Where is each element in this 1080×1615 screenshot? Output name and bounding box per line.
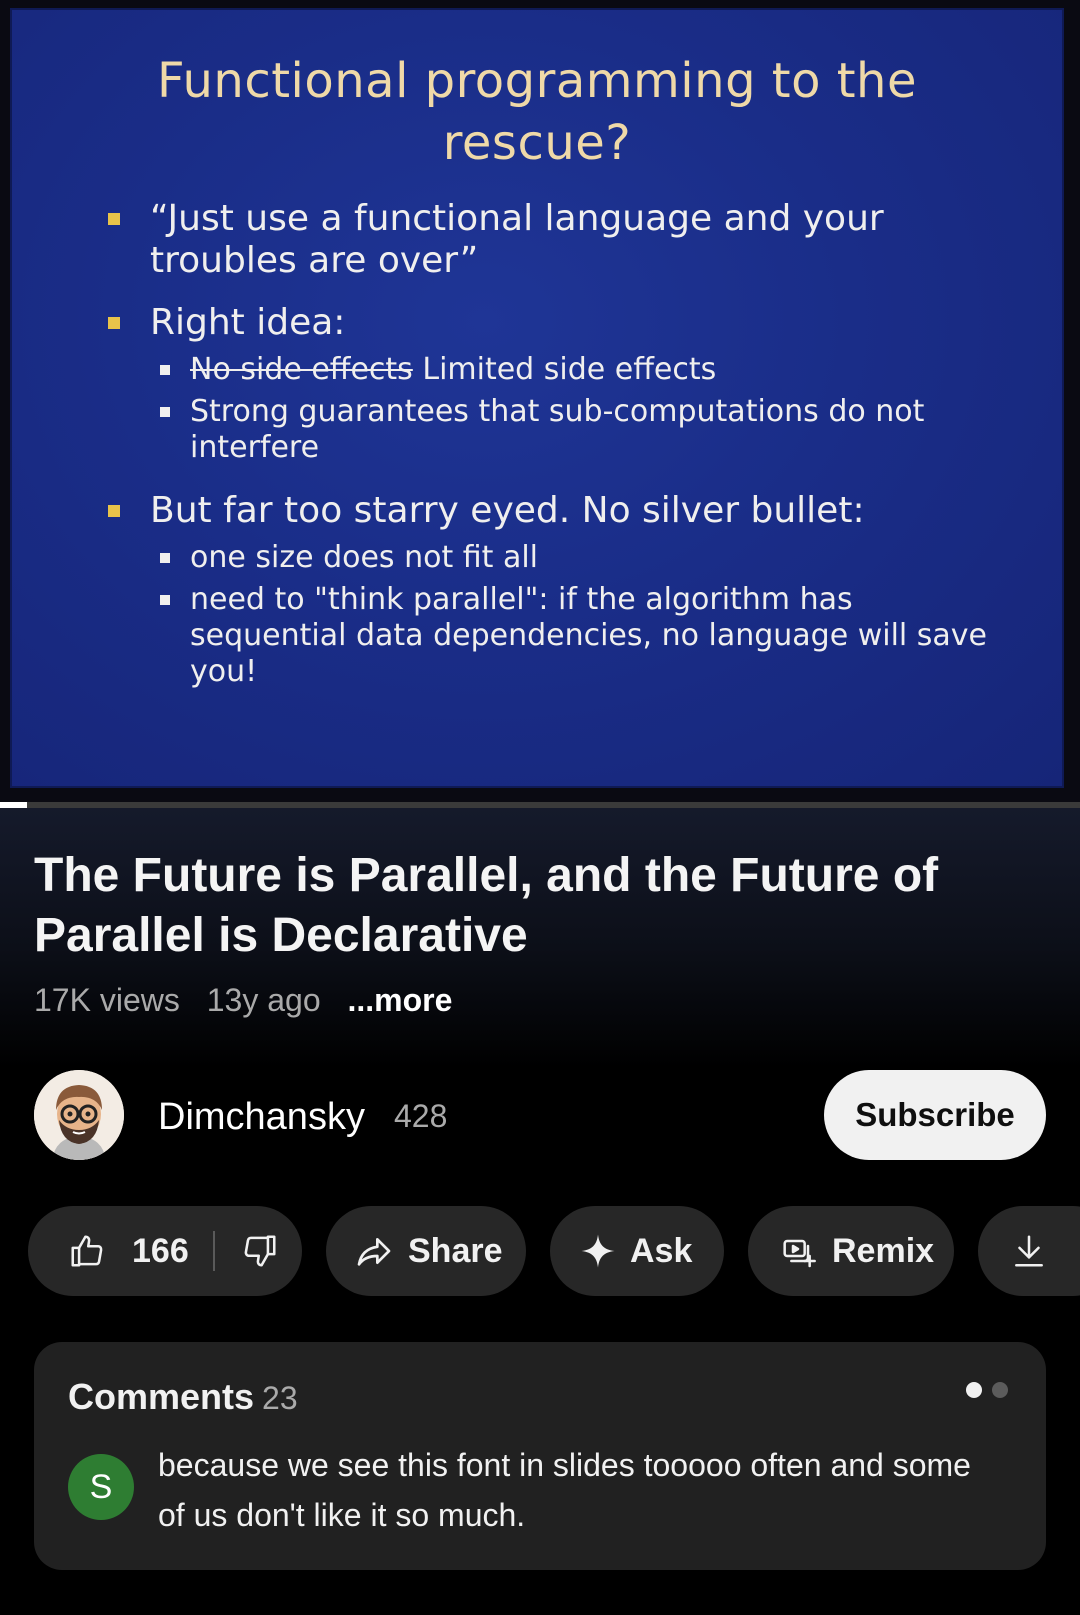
- video-title[interactable]: The Future is Parallel, and the Future o…: [34, 846, 1034, 966]
- remix-icon: [778, 1231, 818, 1271]
- slide-bullet: Right idea:: [92, 302, 992, 344]
- slide-title-line-1: Functional programming to the: [156, 53, 918, 109]
- slide-bullet: “Just use a functional language and your…: [92, 198, 992, 282]
- subscribe-button[interactable]: Subscribe: [824, 1070, 1046, 1160]
- share-button[interactable]: Share: [326, 1206, 526, 1296]
- like-count[interactable]: 166: [132, 1232, 189, 1271]
- view-count: 17K views: [34, 982, 180, 1018]
- slide-bullet: But far too starry eyed. No silver bulle…: [92, 490, 992, 532]
- subscriber-count: 428: [394, 1098, 448, 1134]
- slide-title: Functional programming to the rescue?: [12, 50, 1062, 174]
- carousel-dots: [966, 1382, 1008, 1398]
- like-dislike-pill: 166: [28, 1206, 302, 1296]
- share-label: Share: [408, 1231, 503, 1270]
- video-meta[interactable]: 17K views 13y ago ...more: [34, 982, 470, 1019]
- ask-label: Ask: [630, 1231, 693, 1270]
- remix-button[interactable]: Remix: [748, 1206, 954, 1296]
- more-link[interactable]: ...more: [348, 982, 453, 1018]
- comments-count: 23: [262, 1380, 298, 1416]
- carousel-dot-active: [966, 1382, 982, 1398]
- slide-bullets: “Just use a functional language and your…: [92, 198, 992, 696]
- commenter-avatar: S: [68, 1454, 134, 1520]
- upload-age: 13y ago: [206, 982, 321, 1018]
- channel-row[interactable]: Dimchansky 428 Subscribe: [34, 1070, 1046, 1160]
- remix-label: Remix: [832, 1231, 935, 1270]
- download-button[interactable]: [978, 1206, 1080, 1296]
- video-info-panel: The Future is Parallel, and the Future o…: [0, 808, 1080, 1615]
- ask-button[interactable]: Ask: [550, 1206, 724, 1296]
- top-comment-text: because we see this font in slides toooo…: [158, 1447, 971, 1533]
- like-divider: [212, 1231, 215, 1271]
- slide-sub-bullet: need to "think parallel": if the algorit…: [92, 582, 992, 690]
- memoji-avatar-icon: [34, 1070, 124, 1160]
- sparkle-icon: [580, 1233, 616, 1269]
- carousel-dot: [992, 1382, 1008, 1398]
- comments-heading: Comments 23: [68, 1376, 298, 1418]
- video-player[interactable]: Functional programming to the rescue? “J…: [0, 0, 1080, 808]
- slide-sub-bullet: one size does not fit all: [92, 540, 992, 576]
- download-icon: [1010, 1231, 1048, 1271]
- channel-name[interactable]: Dimchansky: [158, 1096, 365, 1139]
- channel-avatar[interactable]: [34, 1070, 124, 1160]
- like-icon[interactable]: [68, 1232, 106, 1270]
- slide-sub-bullet: No side effects Limited side effects: [92, 352, 992, 388]
- slide-title-line-2: rescue?: [442, 115, 632, 171]
- video-frame-slide: Functional programming to the rescue? “J…: [10, 8, 1064, 788]
- comments-label: Comments: [68, 1376, 255, 1417]
- dislike-icon[interactable]: [241, 1232, 279, 1270]
- action-bar: 166 Share Ask Remix: [28, 1206, 1080, 1296]
- share-icon: [354, 1231, 394, 1271]
- comments-card[interactable]: Comments 23 S because we see this font in…: [34, 1342, 1046, 1570]
- slide-sub-bullet: Strong guarantees that sub-computations …: [92, 394, 992, 466]
